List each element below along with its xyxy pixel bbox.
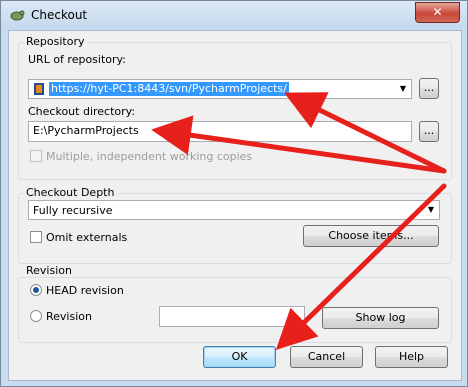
revision-radio[interactable] <box>30 310 42 322</box>
revision-group-label: Revision <box>24 264 74 277</box>
depth-combo[interactable]: Fully recursive ▼ <box>28 200 440 220</box>
window-title: Checkout <box>31 8 88 22</box>
ok-button[interactable]: OK <box>203 346 276 368</box>
close-button[interactable]: ✕ <box>415 2 460 23</box>
chevron-down-icon[interactable]: ▼ <box>423 201 439 219</box>
chevron-down-icon[interactable]: ▼ <box>395 80 411 98</box>
dialog-body: Repository URL of repository: https://hy… <box>8 30 462 381</box>
dir-browse-button[interactable]: ... <box>419 121 439 142</box>
checkout-dialog: Checkout ✕ Repository URL of repository:… <box>0 0 468 387</box>
close-icon: ✕ <box>432 5 443 19</box>
multiple-label: Multiple, independent working copies <box>46 150 253 163</box>
repository-group-label: Repository <box>24 35 87 48</box>
head-revision-label: HEAD revision <box>46 284 124 297</box>
multiple-checkbox[interactable] <box>30 150 42 162</box>
head-revision-radio[interactable] <box>30 284 42 296</box>
title-bar[interactable]: Checkout ✕ <box>1 1 467 29</box>
checkout-dir-label: Checkout directory: <box>28 105 136 118</box>
revision-input[interactable] <box>159 306 305 327</box>
checkout-depth-label: Checkout Depth <box>24 186 117 199</box>
revision-label: Revision <box>46 310 92 323</box>
url-browse-button[interactable]: ... <box>419 78 439 99</box>
cancel-button[interactable]: Cancel <box>290 346 363 368</box>
url-value[interactable]: https://hyt-PC1:8443/svn/PycharmProjects… <box>49 82 289 96</box>
omit-externals-label: Omit externals <box>46 231 128 244</box>
show-log-button[interactable]: Show log <box>322 307 439 329</box>
checkout-dir-input[interactable]: E:\PycharmProjects <box>28 121 412 142</box>
omit-externals-checkbox[interactable] <box>30 231 42 243</box>
repo-icon <box>34 83 44 95</box>
depth-value: Fully recursive <box>33 204 113 217</box>
help-button[interactable]: Help <box>375 346 448 368</box>
url-combo[interactable]: https://hyt-PC1:8443/svn/PycharmProjects… <box>28 79 412 99</box>
url-label: URL of repository: <box>28 53 126 66</box>
tortoise-app-icon <box>10 10 25 21</box>
choose-items-button[interactable]: Choose items... <box>303 225 439 247</box>
